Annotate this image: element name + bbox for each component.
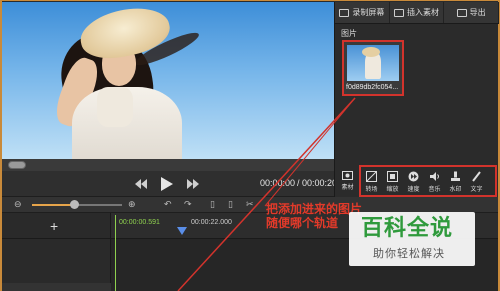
- seek-bar[interactable]: [2, 159, 334, 171]
- zoom-in-icon[interactable]: ⊕: [128, 199, 136, 210]
- tab-label: 插入素材: [407, 8, 439, 17]
- camera-icon: [342, 171, 353, 180]
- media-panel: 录制屏幕 插入素材 导出 图片 f0d89db2fc054... 素材 转场 缩…: [334, 2, 500, 197]
- ruler-time: 00:00:22.000: [191, 219, 232, 226]
- position-marker[interactable]: [177, 227, 187, 235]
- watermark-badge: 百科全说 助你轻松解决: [349, 212, 475, 266]
- tool-label: 缩放: [386, 187, 399, 193]
- tool-group: 转场 缩放 速度 音乐 水印 文字: [359, 165, 497, 197]
- play-icon[interactable]: [160, 175, 174, 193]
- transition-icon: [366, 171, 377, 182]
- playhead[interactable]: [115, 215, 116, 291]
- time-separator: /: [297, 178, 300, 188]
- transport-bar: 00:00:00 / 00:00:20: [2, 171, 338, 197]
- tool-label: 转场: [365, 187, 378, 193]
- watermark-brand: 百科全说: [361, 215, 454, 240]
- tab-label: 录制屏幕: [352, 8, 385, 17]
- export-icon: [456, 8, 467, 17]
- fast-forward-icon[interactable]: [186, 175, 200, 193]
- zoom-slider-knob[interactable]: [70, 200, 79, 209]
- seek-knob[interactable]: [8, 161, 26, 169]
- tab-record-screen[interactable]: 录制屏幕: [335, 2, 390, 23]
- add-track-button[interactable]: +: [50, 218, 58, 234]
- track-headers: +: [2, 213, 111, 291]
- tool-label: 文字: [470, 187, 483, 193]
- tool-music[interactable]: 音乐: [424, 167, 445, 197]
- tool-label: 音乐: [428, 187, 441, 193]
- tab-insert-media[interactable]: 插入素材: [390, 2, 445, 23]
- tool-transition[interactable]: 转场: [361, 167, 382, 197]
- scissors-icon[interactable]: ✂: [246, 199, 254, 210]
- tool-text[interactable]: 文字: [466, 167, 487, 197]
- split-icon[interactable]: ▯: [210, 199, 215, 210]
- record-screen-icon: [339, 8, 350, 17]
- crop-icon[interactable]: ▯: [228, 199, 233, 210]
- media-item-name: f0d89db2fc054...: [346, 84, 399, 91]
- music-icon: [430, 172, 439, 181]
- current-time: 00:00:00: [260, 178, 296, 188]
- watermark-tagline: 助你轻松解决: [373, 248, 445, 260]
- tool-material[interactable]: 素材: [337, 165, 358, 195]
- tool-zoom[interactable]: 缩放: [382, 167, 403, 197]
- insert-media-icon: [394, 8, 404, 17]
- tool-speed[interactable]: 速度: [403, 167, 424, 197]
- tool-label: 速度: [407, 187, 420, 193]
- redo-icon[interactable]: ↷: [184, 199, 192, 210]
- watermark-icon: [451, 171, 460, 181]
- speed-icon: [408, 171, 419, 182]
- section-label: 图片: [341, 29, 357, 38]
- tool-watermark[interactable]: 水印: [445, 167, 466, 197]
- tool-label: 素材: [341, 185, 354, 191]
- zoom-out-icon[interactable]: ⊖: [14, 199, 22, 210]
- media-thumbnail: [347, 45, 399, 81]
- tab-label: 导出: [469, 8, 486, 17]
- playhead-time: 00:00:00.591: [119, 219, 160, 226]
- rewind-icon[interactable]: [134, 175, 148, 193]
- video-preview: [2, 2, 334, 159]
- zoom-icon: [387, 171, 398, 182]
- text-icon: [472, 171, 481, 182]
- media-item[interactable]: f0d89db2fc054...: [342, 40, 404, 96]
- tool-label: 水印: [449, 187, 462, 193]
- total-time: 00:00:20: [302, 178, 338, 188]
- undo-icon[interactable]: ↶: [164, 199, 172, 210]
- tab-export[interactable]: 导出: [444, 2, 500, 23]
- panel-tabs: 录制屏幕 插入素材 导出: [335, 2, 500, 24]
- tools-bar: 素材 转场 缩放 速度 音乐 水印 文字: [335, 165, 499, 197]
